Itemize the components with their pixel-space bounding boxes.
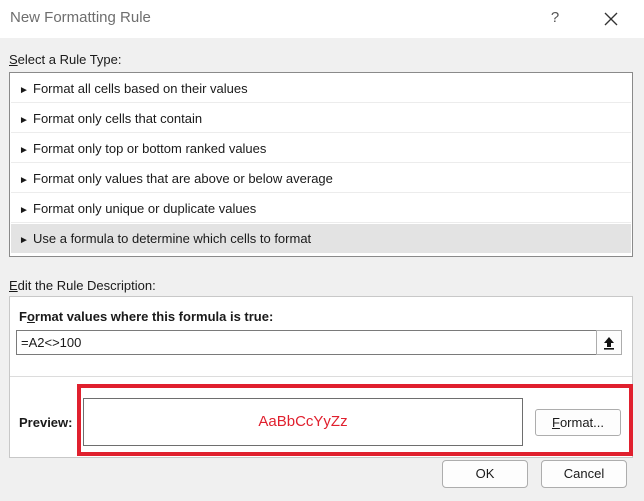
preview-label: Preview: [19, 415, 73, 430]
title-bar: New Formatting Rule ? [0, 0, 644, 38]
close-button[interactable] [596, 4, 626, 32]
arrow-icon: ► [19, 205, 29, 216]
rule-type-item-selected[interactable]: ► Use a formula to determine which cells … [11, 224, 631, 253]
cancel-button[interactable]: Cancel [541, 460, 627, 488]
rule-type-label: Select a Rule Type: [9, 52, 122, 67]
rule-description-label: Edit the Rule Description: [9, 278, 156, 293]
highlight-annotation [77, 384, 633, 456]
formula-input[interactable]: =A2<>100 [16, 330, 602, 355]
rule-type-item[interactable]: ► Format only cells that contain [11, 104, 631, 133]
arrow-icon: ► [19, 235, 29, 246]
close-icon [604, 12, 618, 26]
arrow-icon: ► [19, 145, 29, 156]
rule-type-item[interactable]: ► Format only values that are above or be… [11, 164, 631, 193]
collapse-dialog-button[interactable] [596, 330, 622, 355]
rule-type-item[interactable]: ► Format only unique or duplicate values [11, 194, 631, 223]
divider [10, 376, 632, 377]
upload-arrow-icon [604, 336, 614, 350]
help-button[interactable]: ? [540, 4, 570, 32]
rule-type-item[interactable]: ► Format only top or bottom ranked values [11, 134, 631, 163]
new-formatting-rule-dialog: New Formatting Rule ? Select a Rule Type… [0, 0, 644, 501]
arrow-icon: ► [19, 115, 29, 126]
ok-button[interactable]: OK [442, 460, 528, 488]
rule-type-item[interactable]: ► Format all cells based on their values [11, 74, 631, 103]
arrow-icon: ► [19, 85, 29, 96]
arrow-icon: ► [19, 175, 29, 186]
rule-type-list: ► Format all cells based on their values … [9, 72, 633, 257]
dialog-title: New Formatting Rule [10, 9, 151, 26]
formula-heading: Format values where this formula is true… [19, 309, 274, 324]
